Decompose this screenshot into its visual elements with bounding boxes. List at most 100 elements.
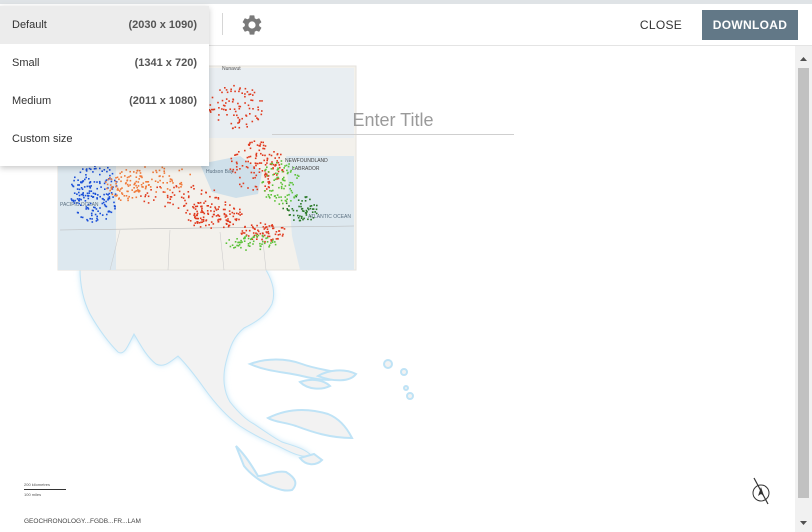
map-point <box>279 233 281 236</box>
size-option-default[interactable]: Default (2030 x 1090) <box>0 6 209 44</box>
map-point <box>254 185 257 188</box>
map-point <box>253 234 256 237</box>
map-point <box>140 175 143 177</box>
scroll-down-button[interactable] <box>795 516 812 530</box>
map-point <box>111 193 114 196</box>
size-option-medium[interactable]: Medium (2011 x 1080) <box>0 82 209 120</box>
download-button[interactable]: DOWNLOAD <box>702 10 798 40</box>
map-point <box>253 171 255 174</box>
map-point <box>201 205 203 208</box>
map-point <box>197 217 199 220</box>
map-point <box>194 215 196 218</box>
map-point <box>218 107 220 109</box>
map-point <box>253 140 256 142</box>
map-point <box>237 116 239 119</box>
map-point <box>162 182 164 184</box>
map-point <box>299 215 301 217</box>
map-point <box>210 108 213 111</box>
map-point <box>255 162 257 165</box>
map-point <box>217 197 220 199</box>
map-point <box>103 169 106 171</box>
map-point <box>105 218 107 220</box>
map-point <box>266 162 268 164</box>
map-point <box>281 235 284 237</box>
settings-button[interactable] <box>240 13 264 37</box>
map-point <box>292 183 294 186</box>
map-point <box>239 208 241 211</box>
map-point <box>105 193 108 195</box>
map-point <box>223 226 225 229</box>
map-point <box>288 214 291 216</box>
map-point <box>135 176 138 178</box>
map-point <box>144 194 147 196</box>
map-point <box>264 174 266 176</box>
map-point <box>199 201 202 204</box>
map-point <box>239 183 241 186</box>
scrollbar-thumb[interactable] <box>798 68 809 498</box>
map-point <box>255 174 258 177</box>
map-point <box>243 240 246 242</box>
map-point <box>278 230 281 232</box>
map-point <box>192 184 195 187</box>
map-point <box>264 164 267 166</box>
map-point <box>184 199 186 202</box>
map-point <box>300 205 302 208</box>
map-point <box>77 212 79 214</box>
map-point <box>244 93 246 95</box>
map-point <box>273 179 275 181</box>
map-point <box>284 165 286 167</box>
map-point <box>76 198 79 200</box>
map-point <box>248 229 251 232</box>
map-point <box>266 188 268 190</box>
map-point <box>261 170 264 172</box>
map-point <box>280 196 282 198</box>
map-point <box>305 214 308 216</box>
map-point <box>261 238 263 241</box>
map-point <box>126 176 129 179</box>
map-point <box>287 171 289 174</box>
map-point <box>266 228 269 230</box>
close-button[interactable]: CLOSE <box>632 10 690 39</box>
map-point <box>139 172 142 174</box>
map-point <box>111 186 114 188</box>
map-point <box>183 204 186 207</box>
map-point <box>210 210 212 212</box>
map-point <box>178 190 181 193</box>
size-option-custom[interactable]: Custom size <box>0 120 209 158</box>
map-point <box>267 230 269 233</box>
map-point <box>164 191 166 193</box>
map-point <box>244 87 247 90</box>
map-point <box>107 178 110 181</box>
map-point <box>74 176 76 179</box>
map-point <box>159 186 161 188</box>
map-point <box>80 181 82 183</box>
map-point <box>227 218 229 220</box>
map-point <box>86 192 89 195</box>
map-point <box>235 218 238 220</box>
map-point <box>243 232 246 234</box>
size-option-small[interactable]: Small (1341 x 720) <box>0 44 209 82</box>
map-point <box>301 210 304 212</box>
map-point <box>259 232 262 235</box>
map-point <box>249 245 251 247</box>
map-point <box>232 223 234 226</box>
map-point <box>277 234 280 236</box>
map-point <box>202 218 205 221</box>
map-point <box>240 185 243 188</box>
map-title-input[interactable] <box>272 106 514 135</box>
map-point <box>281 183 284 186</box>
map-point <box>173 194 176 196</box>
vertical-scrollbar[interactable] <box>795 46 812 532</box>
map-point <box>259 242 261 245</box>
scroll-up-button[interactable] <box>795 52 812 66</box>
map-point <box>106 170 108 173</box>
map-point <box>301 200 303 202</box>
size-option-dims: (2030 x 1090) <box>128 19 198 31</box>
map-point <box>118 198 120 200</box>
map-point <box>296 194 298 196</box>
map-point <box>239 168 241 170</box>
map-point <box>214 206 216 208</box>
map-point <box>154 180 157 182</box>
map-point <box>201 221 204 223</box>
map-point <box>138 190 141 192</box>
